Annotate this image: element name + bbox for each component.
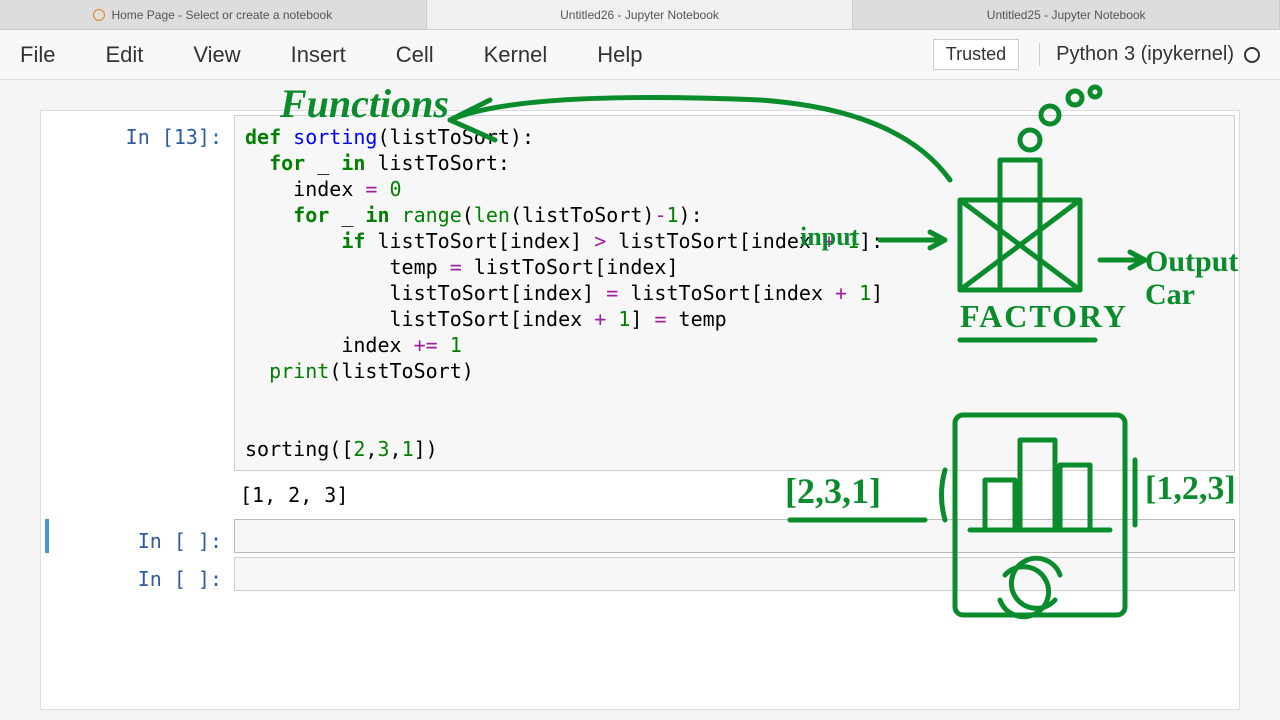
annotation-output: Output Car — [1145, 245, 1280, 311]
menu-kernel[interactable]: Kernel — [484, 42, 548, 68]
cell-input[interactable] — [234, 557, 1235, 591]
browser-tab-0[interactable]: Home Page - Select or create a notebook — [0, 0, 427, 29]
tab-label: Untitled25 - Jupyter Notebook — [987, 8, 1146, 22]
kernel-status-icon — [1244, 47, 1260, 63]
menu-file[interactable]: File — [20, 42, 55, 68]
menu-view[interactable]: View — [193, 42, 240, 68]
menubar: File Edit View Insert Cell Kernel Help Trusted… — [0, 30, 1280, 80]
annotation-example-out: [1,2,3] — [1145, 470, 1236, 508]
jupyter-icon — [93, 9, 105, 21]
annotation-functions: Functions — [280, 80, 449, 127]
annotation-example-in: [2,3,1] — [785, 470, 881, 512]
trusted-badge[interactable]: Trusted — [933, 39, 1019, 70]
tab-label: Home Page - Select or create a notebook — [111, 8, 332, 22]
tab-label: Untitled26 - Jupyter Notebook — [560, 8, 719, 22]
kernel-indicator[interactable]: Python 3 (ipykernel) — [1039, 43, 1260, 66]
cell-input[interactable] — [234, 519, 1235, 553]
cell-prompt: In [13]: — [49, 115, 234, 471]
cell-prompt: In [ ]: — [49, 557, 234, 591]
menu-cell[interactable]: Cell — [396, 42, 434, 68]
kernel-label: Python 3 (ipykernel) — [1056, 43, 1234, 66]
notebook-container: In [13]:def sorting(listToSort): for _ i… — [40, 110, 1240, 710]
cell-output: [1, 2, 3] — [230, 475, 1239, 515]
code-cell-1[interactable]: In [ ]: — [45, 519, 1235, 553]
menu-edit[interactable]: Edit — [105, 42, 143, 68]
menu-help[interactable]: Help — [597, 42, 642, 68]
cell-prompt: In [ ]: — [49, 519, 234, 553]
browser-tab-1[interactable]: Untitled26 - Jupyter Notebook — [427, 0, 854, 29]
code-cell-2[interactable]: In [ ]: — [45, 557, 1235, 591]
annotation-input: input — [800, 222, 859, 252]
browser-tab-2[interactable]: Untitled25 - Jupyter Notebook — [853, 0, 1280, 29]
annotation-factory: FACTORY — [960, 298, 1128, 335]
code-cell-0[interactable]: In [13]:def sorting(listToSort): for _ i… — [45, 115, 1235, 471]
menu-insert[interactable]: Insert — [291, 42, 346, 68]
browser-tabs: Home Page - Select or create a notebook U… — [0, 0, 1280, 30]
cell-input[interactable]: def sorting(listToSort): for _ in listTo… — [234, 115, 1235, 471]
